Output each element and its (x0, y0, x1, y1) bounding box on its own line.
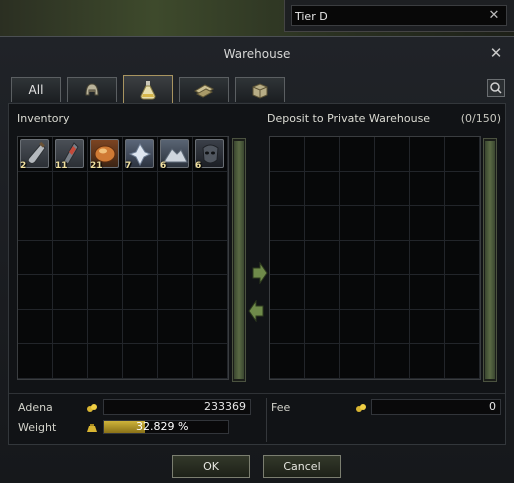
search-field[interactable]: ✕ (291, 5, 507, 26)
close-icon[interactable]: ✕ (488, 45, 504, 61)
tab-consumables[interactable] (123, 75, 173, 103)
weight-bag-icon (87, 424, 97, 432)
weight-percent: 32.829 % (136, 420, 189, 433)
deposit-title: Deposit to Private Warehouse (267, 112, 431, 125)
adena-value: 233369 (103, 399, 251, 415)
deposit-scroll-thumb[interactable] (485, 141, 495, 379)
item-count: 21 (90, 160, 103, 171)
inventory-slot[interactable]: 2 (18, 137, 53, 172)
item-count: 7 (125, 160, 132, 171)
item-count: 6 (160, 160, 167, 171)
inventory-slot[interactable]: 21 (88, 137, 123, 172)
fee-label: Fee (271, 401, 291, 414)
footer-info: Adena 233369 Weight 32.829 % Fee 0 (9, 393, 505, 444)
inventory-slot[interactable]: 6 (158, 137, 193, 172)
weight-bar: 32.829 % (103, 420, 229, 434)
inventory-grid: 2 11 21 7 6 6 (17, 136, 229, 380)
inventory-slot[interactable]: 7 (123, 137, 158, 172)
inventory-scrollbar[interactable] (232, 138, 246, 382)
footer-divider (266, 398, 267, 442)
tab-other[interactable] (235, 77, 285, 102)
inventory-scroll-thumb[interactable] (234, 141, 244, 379)
armor-helmet-icon (85, 83, 99, 96)
item-count: 2 (20, 160, 27, 171)
deposit-panel: Deposit to Private Warehouse (0/150) (265, 112, 505, 383)
adena-label: Adena (18, 401, 53, 414)
tab-all[interactable]: All (11, 77, 61, 102)
fee-coin-icon (356, 404, 366, 412)
content-area: Inventory 2 11 21 7 6 6 Deposit to Priva… (8, 103, 506, 445)
deposit-count: (0/150) (460, 112, 501, 125)
search-panel: ✕ (284, 0, 514, 32)
search-icon (490, 82, 502, 94)
inventory-title: Inventory (17, 112, 70, 125)
inventory-slot[interactable]: 6 (193, 137, 228, 172)
weight-label: Weight (18, 421, 57, 434)
deposit-scrollbar[interactable] (483, 138, 497, 382)
item-count: 11 (55, 160, 68, 171)
adena-coin-icon (87, 404, 97, 412)
clear-icon[interactable]: ✕ (486, 7, 502, 24)
material-bars-icon (193, 84, 215, 98)
inventory-panel: Inventory 2 11 21 7 6 6 (9, 112, 259, 383)
tab-armor[interactable] (67, 77, 117, 102)
fee-value: 0 (371, 399, 501, 415)
box-package-icon (252, 83, 268, 99)
window-title: Warehouse (223, 47, 291, 61)
search-input[interactable] (295, 8, 485, 24)
item-count: 6 (195, 160, 202, 171)
tab-all-label: All (28, 83, 44, 97)
warehouse-window: Warehouse ✕ All Inventory 2 11 21 7 6 6 … (0, 36, 514, 483)
inventory-slot[interactable]: 11 (53, 137, 88, 172)
ok-button[interactable]: OK (172, 455, 250, 478)
tab-materials[interactable] (179, 77, 229, 102)
cancel-button[interactable]: Cancel (263, 455, 341, 478)
deposit-grid (269, 136, 481, 380)
move-left-arrow-icon[interactable] (248, 300, 264, 322)
search-tool-button[interactable] (487, 79, 505, 97)
potion-flask-icon (140, 81, 156, 100)
